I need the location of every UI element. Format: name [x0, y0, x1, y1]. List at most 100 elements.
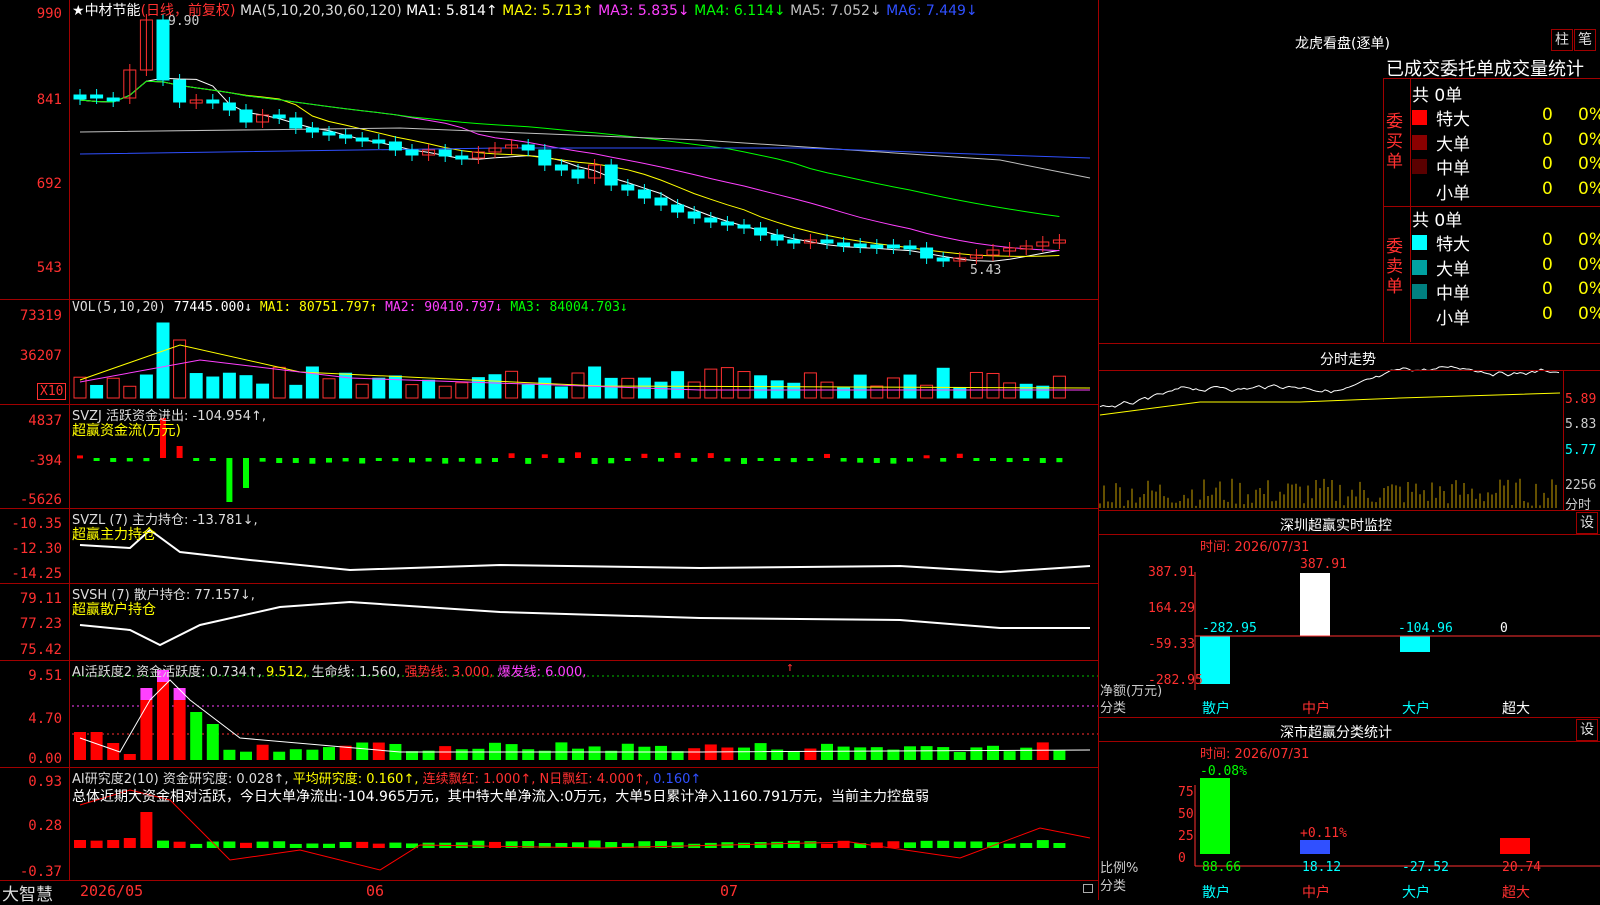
flow-bar	[243, 458, 249, 488]
flow-bar	[309, 458, 316, 464]
ai1-bar	[837, 746, 850, 760]
ai2-bar	[123, 838, 136, 848]
ai2-tick: 0.93	[28, 774, 62, 790]
ai2-bar	[74, 840, 86, 848]
flow-bar	[940, 458, 947, 462]
svzl-sub: 超赢主力持仓	[72, 527, 156, 543]
candle	[920, 247, 934, 259]
ai1-bar	[472, 748, 485, 760]
flow-bar	[558, 458, 565, 463]
vol-bar	[322, 378, 336, 399]
candle	[604, 164, 618, 186]
ai1-bar	[970, 747, 983, 760]
candle	[787, 239, 801, 244]
sz-class-tick: 50	[1178, 807, 1194, 822]
buy-row-pct: 0%	[1578, 154, 1600, 174]
ma1-value: MA1: 5.814↑	[406, 3, 498, 19]
flow-bar	[425, 458, 432, 462]
vol-bar	[538, 377, 552, 399]
svzl-tick: -14.25	[11, 566, 62, 582]
tick-mode-button[interactable]: 笔	[1574, 29, 1596, 51]
candle	[571, 169, 585, 179]
sell-row-swatch	[1412, 284, 1427, 299]
vol-bar	[405, 384, 419, 399]
flow-bar	[857, 458, 864, 463]
sz-class-cat: 中户	[1302, 885, 1330, 901]
ai2-header: AI研究度2(10) 资金研究度: 0.028↑, 平均研究度: 0.160↑,…	[72, 768, 701, 787]
bar-mode-button[interactable]: 柱	[1551, 29, 1573, 51]
ma5-value: MA5: 7.052↓	[790, 3, 882, 19]
ai2-summary: 总体近期大资金相对活跃，今日大单净流出:-104.965万元，其中特大单净流入:…	[72, 789, 929, 805]
ai1-bar	[323, 747, 335, 760]
flow-bar	[276, 458, 283, 464]
vol-unit-badge[interactable]: X10	[37, 383, 67, 400]
sz-class-settings-button[interactable]: 设	[1576, 719, 1598, 741]
vol-bar	[272, 366, 286, 399]
ai1-bar	[123, 754, 136, 760]
stock-name[interactable]: 中材节能	[85, 3, 141, 19]
candle	[671, 204, 685, 213]
svsh-tick: 79.11	[19, 591, 62, 607]
sz-monitor-settings-button[interactable]: 设	[1576, 512, 1598, 534]
lock-icon[interactable]	[1083, 884, 1093, 893]
ai2-bar	[323, 843, 335, 848]
ai1-bar	[1036, 742, 1049, 760]
vol-bar	[239, 375, 253, 399]
sz-class-value: 88.66	[1202, 860, 1242, 875]
candle	[720, 221, 734, 226]
ai2-bar	[472, 840, 485, 848]
svzl-tick: -12.30	[11, 541, 62, 557]
vol-bar	[90, 384, 104, 399]
vol-bar	[1052, 375, 1066, 399]
ai1-bar	[356, 742, 369, 760]
lhkp-line	[1383, 78, 1600, 79]
sz-class-bar	[1200, 778, 1230, 854]
candle	[289, 117, 303, 129]
candle	[305, 127, 319, 133]
brand-logo[interactable]: 大智慧	[2, 880, 53, 905]
price-tick: 990	[36, 6, 62, 22]
ai1-bar	[240, 751, 252, 760]
ai1-bar	[455, 749, 468, 760]
svzj-tick: -5626	[19, 492, 62, 508]
fenshi-tick: 5.83	[1565, 417, 1597, 432]
sz-tick: -59.33	[1148, 637, 1195, 652]
ai1-bar	[953, 751, 966, 760]
candle	[837, 242, 851, 247]
vol-ma1: MA1: 80751.797↑	[259, 300, 378, 315]
flow-bar	[209, 458, 216, 461]
svzj-tick: 4837	[28, 413, 62, 429]
ai1-bar	[522, 749, 535, 760]
ai1-value: 9.512,	[266, 665, 308, 680]
flow-bar	[458, 458, 465, 462]
candle	[173, 79, 187, 103]
high-price-mark: 9.90	[168, 14, 200, 29]
candle	[339, 134, 353, 139]
ai1-bar	[870, 747, 883, 760]
vol-tick: 36207	[19, 348, 62, 364]
sz-tick: 387.91	[1148, 565, 1195, 580]
vol-bar	[256, 383, 270, 399]
vol-bar	[139, 374, 153, 399]
flow-bar	[873, 458, 880, 463]
sell-orders-label: 委卖单	[1386, 237, 1403, 297]
buy-row-name: 小单	[1436, 183, 1470, 204]
flow-bar	[575, 452, 581, 458]
sz-monitor-bar	[1300, 573, 1330, 636]
ai2-extra: 0.160↑	[653, 772, 702, 787]
vol-bar	[604, 377, 618, 399]
sz-class-value: -27.52	[1402, 860, 1449, 875]
flow-bar	[956, 453, 963, 458]
ai2-bar	[372, 843, 385, 848]
vol-bar	[455, 382, 469, 399]
ai2-bar	[904, 842, 916, 848]
flow-bar	[259, 458, 266, 462]
main-chart-canvas[interactable]	[0, 0, 1600, 900]
sz-monitor-time: 时间: 2026/07/31	[1200, 540, 1310, 555]
ai1-bar	[372, 742, 385, 760]
flow-bar	[790, 458, 797, 463]
ai2-bar	[489, 841, 501, 848]
ai1-bar	[439, 746, 452, 760]
sz-class-tick: 0	[1178, 851, 1186, 866]
ai2-bar	[389, 842, 402, 848]
